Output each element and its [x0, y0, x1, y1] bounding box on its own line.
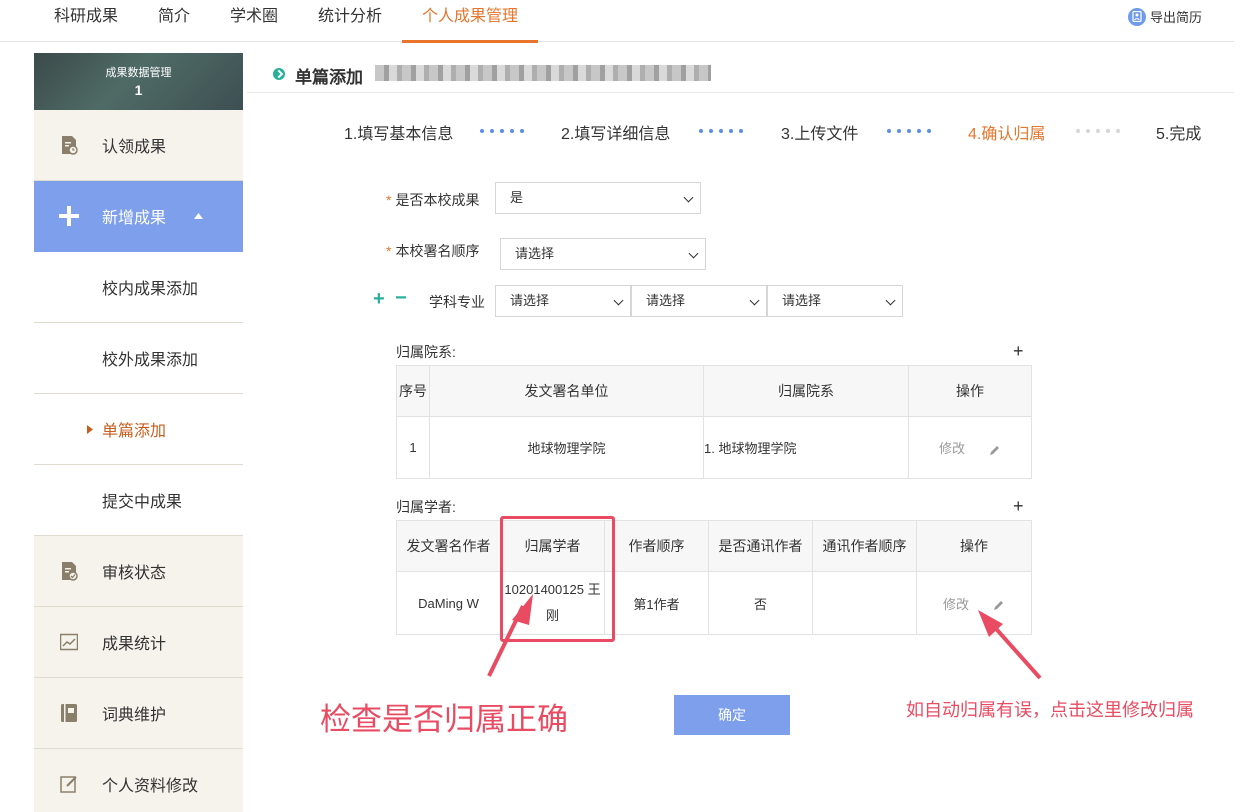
annotation-check: 检查是否归属正确: [320, 702, 568, 737]
confirm-button[interactable]: 确定: [674, 695, 790, 735]
annotation-modify-hint: 如自动归属有误，点击这里修改归属: [906, 700, 1194, 720]
annotation-arrows: [487, 594, 1042, 680]
